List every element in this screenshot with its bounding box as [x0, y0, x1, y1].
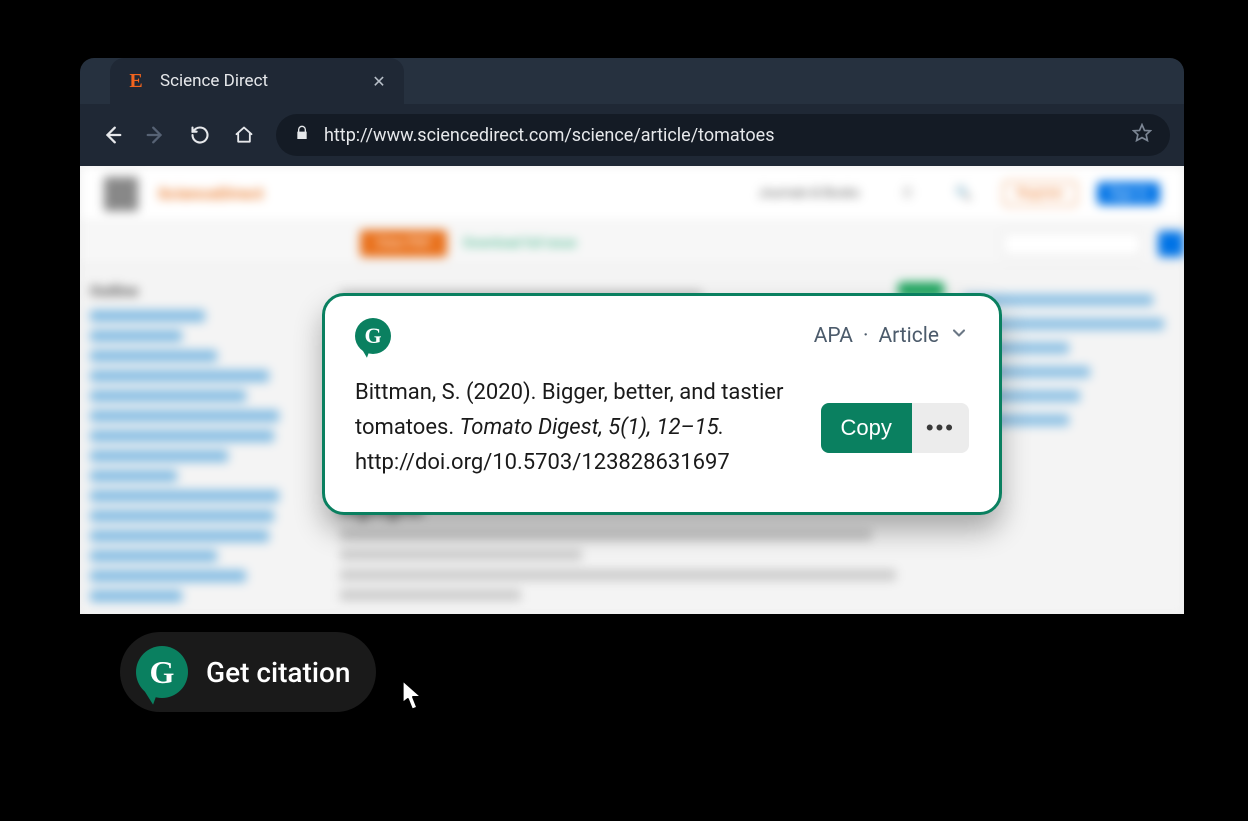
outline-heading: Outline: [90, 282, 320, 300]
citation-type: Article: [878, 324, 939, 348]
get-citation-button[interactable]: G Get citation: [120, 632, 376, 712]
bookmark-star-icon[interactable]: [1132, 123, 1152, 148]
grammarly-logo-icon: G: [355, 318, 391, 354]
site-brand: ScienceDirect: [158, 184, 264, 203]
browser-tab[interactable]: E Science Direct ✕: [110, 58, 404, 104]
address-bar[interactable]: http://www.sciencedirect.com/science/art…: [276, 114, 1170, 156]
chevron-down-icon: [949, 323, 969, 349]
more-options-button[interactable]: •••: [912, 403, 969, 453]
close-tab-icon[interactable]: ✕: [370, 72, 388, 90]
citation-style-picker[interactable]: APA · Article: [814, 323, 969, 349]
page-search-go[interactable]: [1158, 231, 1184, 257]
view-pdf-button[interactable]: View PDF: [360, 230, 447, 257]
journals-link[interactable]: Journals & Books: [746, 182, 871, 205]
url-text: http://www.sciencedirect.com/science/art…: [324, 125, 1118, 146]
cursor-icon: [394, 678, 428, 716]
get-citation-label: Get citation: [206, 656, 350, 689]
copy-citation-button[interactable]: Copy: [821, 403, 912, 453]
register-button[interactable]: Register: [1003, 181, 1077, 206]
browser-toolbar: http://www.sciencedirect.com/science/art…: [80, 104, 1184, 166]
tab-title: Science Direct: [160, 71, 356, 91]
lock-icon: [294, 125, 310, 146]
search-icon[interactable]: 🔍: [943, 182, 983, 205]
download-issue-link[interactable]: Download full issue: [463, 236, 576, 251]
page-search-input[interactable]: [1002, 231, 1142, 257]
back-button[interactable]: [94, 117, 130, 153]
forward-button[interactable]: [138, 117, 174, 153]
citation-text: Bittman, S. (2020). Bigger, better, and …: [355, 376, 797, 480]
citation-style: APA: [814, 324, 853, 348]
tab-favicon: E: [126, 71, 146, 91]
signin-button[interactable]: Sign in: [1097, 182, 1160, 205]
home-button[interactable]: [226, 117, 262, 153]
grammarly-logo-icon: G: [136, 646, 188, 698]
help-icon[interactable]: ⍰: [891, 182, 923, 205]
reload-button[interactable]: [182, 117, 218, 153]
citation-card: G APA · Article Bittman, S. (2020). Bigg…: [322, 293, 1002, 515]
tab-bar: E Science Direct ✕: [80, 58, 1184, 104]
